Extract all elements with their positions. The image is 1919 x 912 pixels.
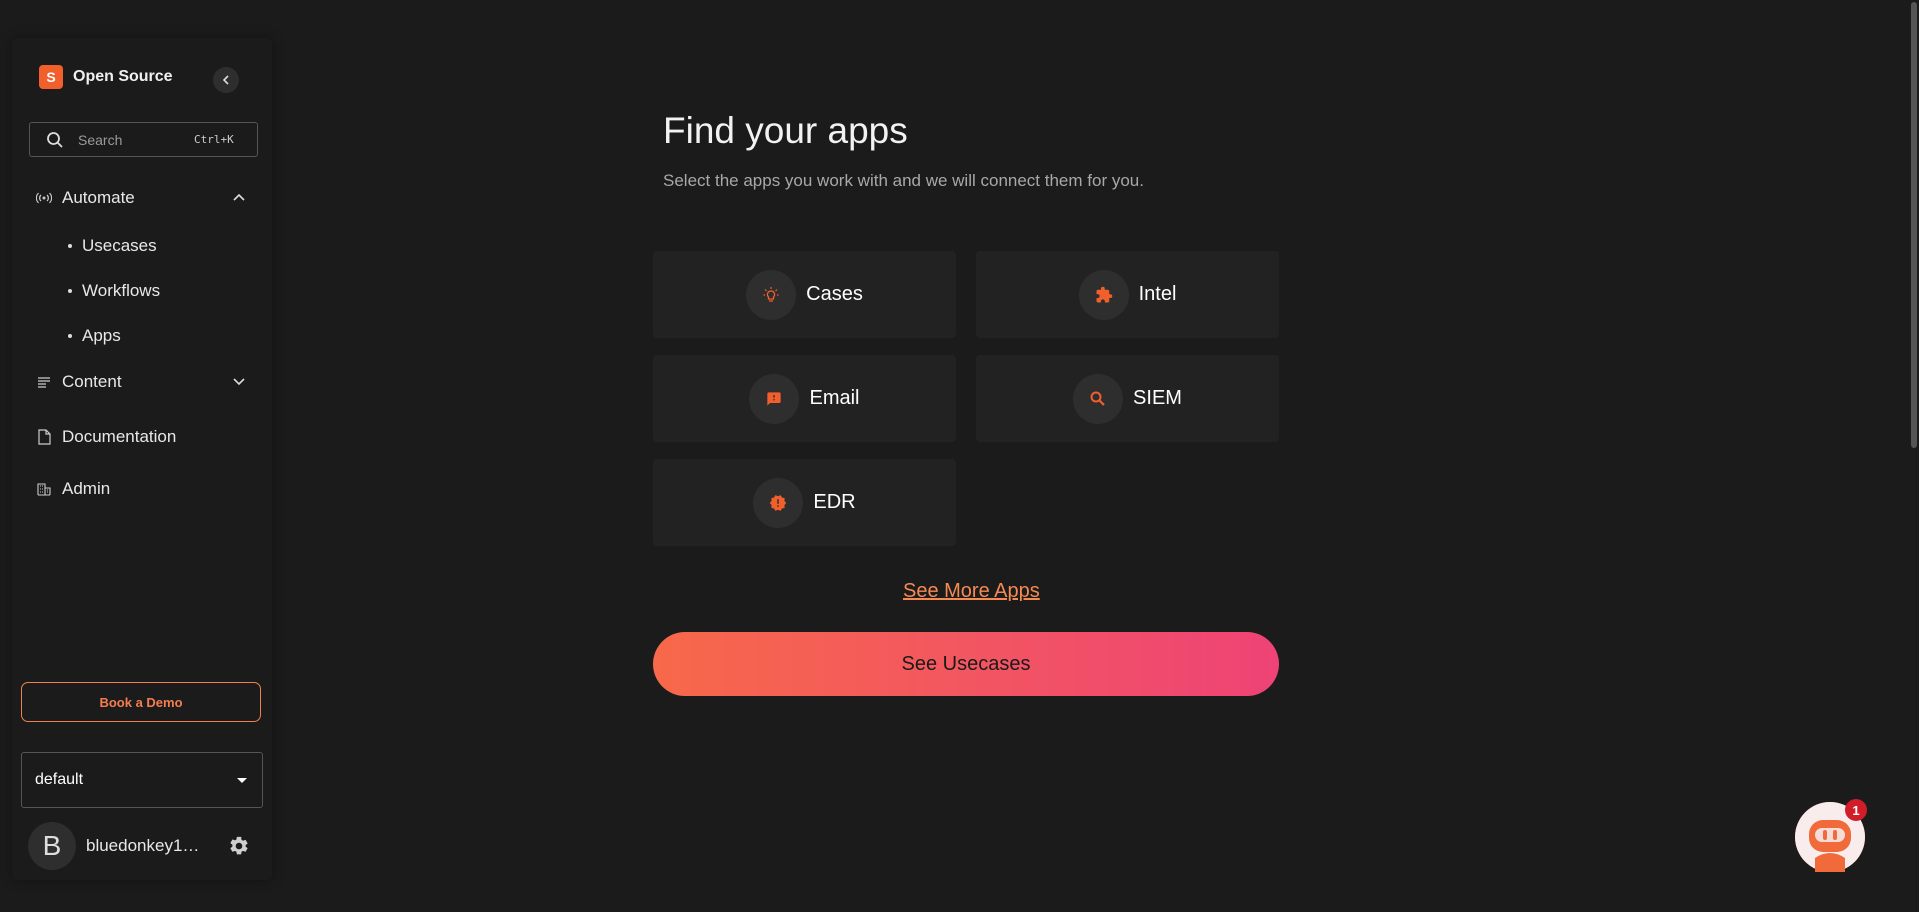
app-card-email[interactable]: Email [653, 355, 956, 442]
notification-badge: 1 [1845, 799, 1867, 821]
search-icon [1073, 373, 1124, 424]
nav-content[interactable]: Content [36, 364, 258, 400]
nav-documentation-label: Documentation [62, 427, 177, 446]
gear-icon[interactable] [228, 835, 250, 857]
lightbulb-icon [746, 269, 797, 320]
app-label: SIEM [1133, 387, 1182, 409]
app-card-cases[interactable]: Cases [653, 251, 956, 338]
brand-logo: S [39, 65, 63, 89]
scrollbar-thumb[interactable] [1911, 2, 1917, 448]
book-demo-button[interactable]: Book a Demo [21, 682, 261, 722]
nav-apps[interactable]: Apps [68, 321, 121, 351]
chat-alert-icon [749, 373, 800, 424]
nav-apps-label: Apps [82, 326, 121, 345]
nav-admin[interactable]: Admin [36, 471, 258, 507]
building-icon [36, 481, 52, 497]
app-card-siem[interactable]: SIEM [976, 355, 1279, 442]
search-icon [47, 131, 63, 148]
bullet-dot [68, 334, 72, 338]
chat-launcher-button[interactable]: 1 [1795, 799, 1867, 872]
bullet-dot [68, 244, 72, 248]
app-card-edr[interactable]: EDR [653, 459, 956, 546]
chevron-down-icon[interactable] [232, 374, 246, 388]
search-input[interactable] [78, 131, 188, 148]
document-icon [36, 429, 52, 445]
page-subtitle: Select the apps you work with and we wil… [663, 171, 1144, 190]
bullet-dot [68, 289, 72, 293]
nav-workflows-label: Workflows [82, 281, 161, 300]
app-label: EDR [813, 491, 856, 513]
user-profile[interactable]: B bluedonkey1… [28, 822, 214, 870]
user-name: bluedonkey1… [86, 836, 200, 855]
nav-automate-label: Automate [62, 188, 135, 207]
puzzle-icon [1078, 269, 1129, 320]
scrollbar[interactable] [1909, 0, 1919, 912]
broadcast-icon [36, 190, 52, 206]
chevron-left-icon [222, 75, 229, 85]
nav-admin-label: Admin [62, 479, 111, 498]
nav-documentation[interactable]: Documentation [36, 419, 258, 455]
avatar: B [28, 822, 76, 870]
nav-workflows[interactable]: Workflows [68, 276, 160, 306]
brand[interactable]: S Open Source [39, 65, 173, 89]
app-label: Intel [1138, 283, 1177, 305]
nav-content-label: Content [62, 372, 122, 391]
app-label: Cases [806, 283, 863, 305]
org-select[interactable]: default [21, 752, 263, 808]
app-card-intel[interactable]: Intel [976, 251, 1279, 338]
nav-usecases[interactable]: Usecases [68, 231, 157, 261]
org-select-value: default [35, 771, 84, 788]
sidebar: S Open Source Ctrl+K Automate Usecases W… [12, 38, 272, 880]
chevron-up-icon[interactable] [232, 190, 246, 204]
brand-name: Open Source [73, 68, 173, 85]
nav-automate[interactable]: Automate [36, 180, 258, 216]
app-label: Email [809, 387, 860, 409]
nav-usecases-label: Usecases [82, 236, 157, 255]
shield-alert-icon [753, 477, 804, 528]
caret-down-icon [237, 778, 247, 783]
search-box[interactable]: Ctrl+K [29, 122, 258, 157]
see-more-apps-link[interactable]: See More Apps [903, 580, 1040, 603]
page-title: Find your apps [663, 110, 908, 151]
collapse-sidebar-button[interactable] [213, 67, 239, 93]
search-shortcut: Ctrl+K [194, 133, 234, 146]
see-usecases-button[interactable]: See Usecases [653, 632, 1279, 696]
list-icon [36, 374, 52, 390]
